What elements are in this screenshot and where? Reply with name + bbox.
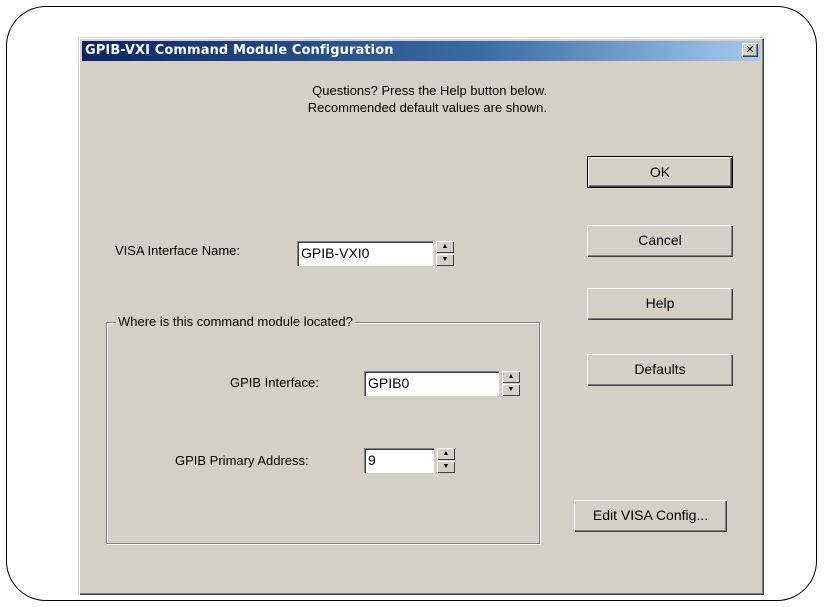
gpib-interface-input[interactable]: GPIB0 [364,371,499,396]
location-groupbox [106,322,540,544]
help-button[interactable]: Help [587,288,733,320]
close-icon: ✕ [745,43,755,56]
gpib-interface-spinner[interactable]: ▲ ▼ [502,371,520,396]
gpib-address-label: GPIB Primary Address: [175,453,309,468]
spin-down-icon[interactable]: ▼ [502,384,520,396]
title-bar[interactable]: GPIB-VXI Command Module Configuration ✕ [82,41,760,61]
spin-up-icon[interactable]: ▲ [502,371,520,383]
gpib-interface-label: GPIB Interface: [230,375,319,390]
config-dialog: GPIB-VXI Command Module Configuration ✕ … [78,37,764,595]
close-button[interactable]: ✕ [742,43,758,57]
cancel-button[interactable]: Cancel [587,225,733,257]
visa-interface-label: VISA Interface Name: [115,243,241,258]
spin-up-icon[interactable]: ▲ [436,241,454,253]
visa-interface-input[interactable]: GPIB-VXI0 [297,241,433,266]
ok-button[interactable]: OK [587,156,733,188]
help-message-line1: Questions? Press the Help button below. [312,83,547,98]
defaults-button[interactable]: Defaults [587,354,733,386]
gpib-address-input[interactable]: 9 [364,448,434,473]
spin-up-icon[interactable]: ▲ [437,448,455,460]
location-group-label: Where is this command module located? [116,314,355,329]
spin-down-icon[interactable]: ▼ [437,461,455,473]
gpib-address-spinner[interactable]: ▲ ▼ [437,448,455,473]
visa-interface-spinner[interactable]: ▲ ▼ [436,241,454,266]
spin-down-icon[interactable]: ▼ [436,254,454,266]
edit-visa-config-button[interactable]: Edit VISA Config... [574,500,727,532]
dialog-title: GPIB-VXI Command Module Configuration [85,43,394,58]
help-message-line2: Recommended default values are shown. [307,100,547,115]
